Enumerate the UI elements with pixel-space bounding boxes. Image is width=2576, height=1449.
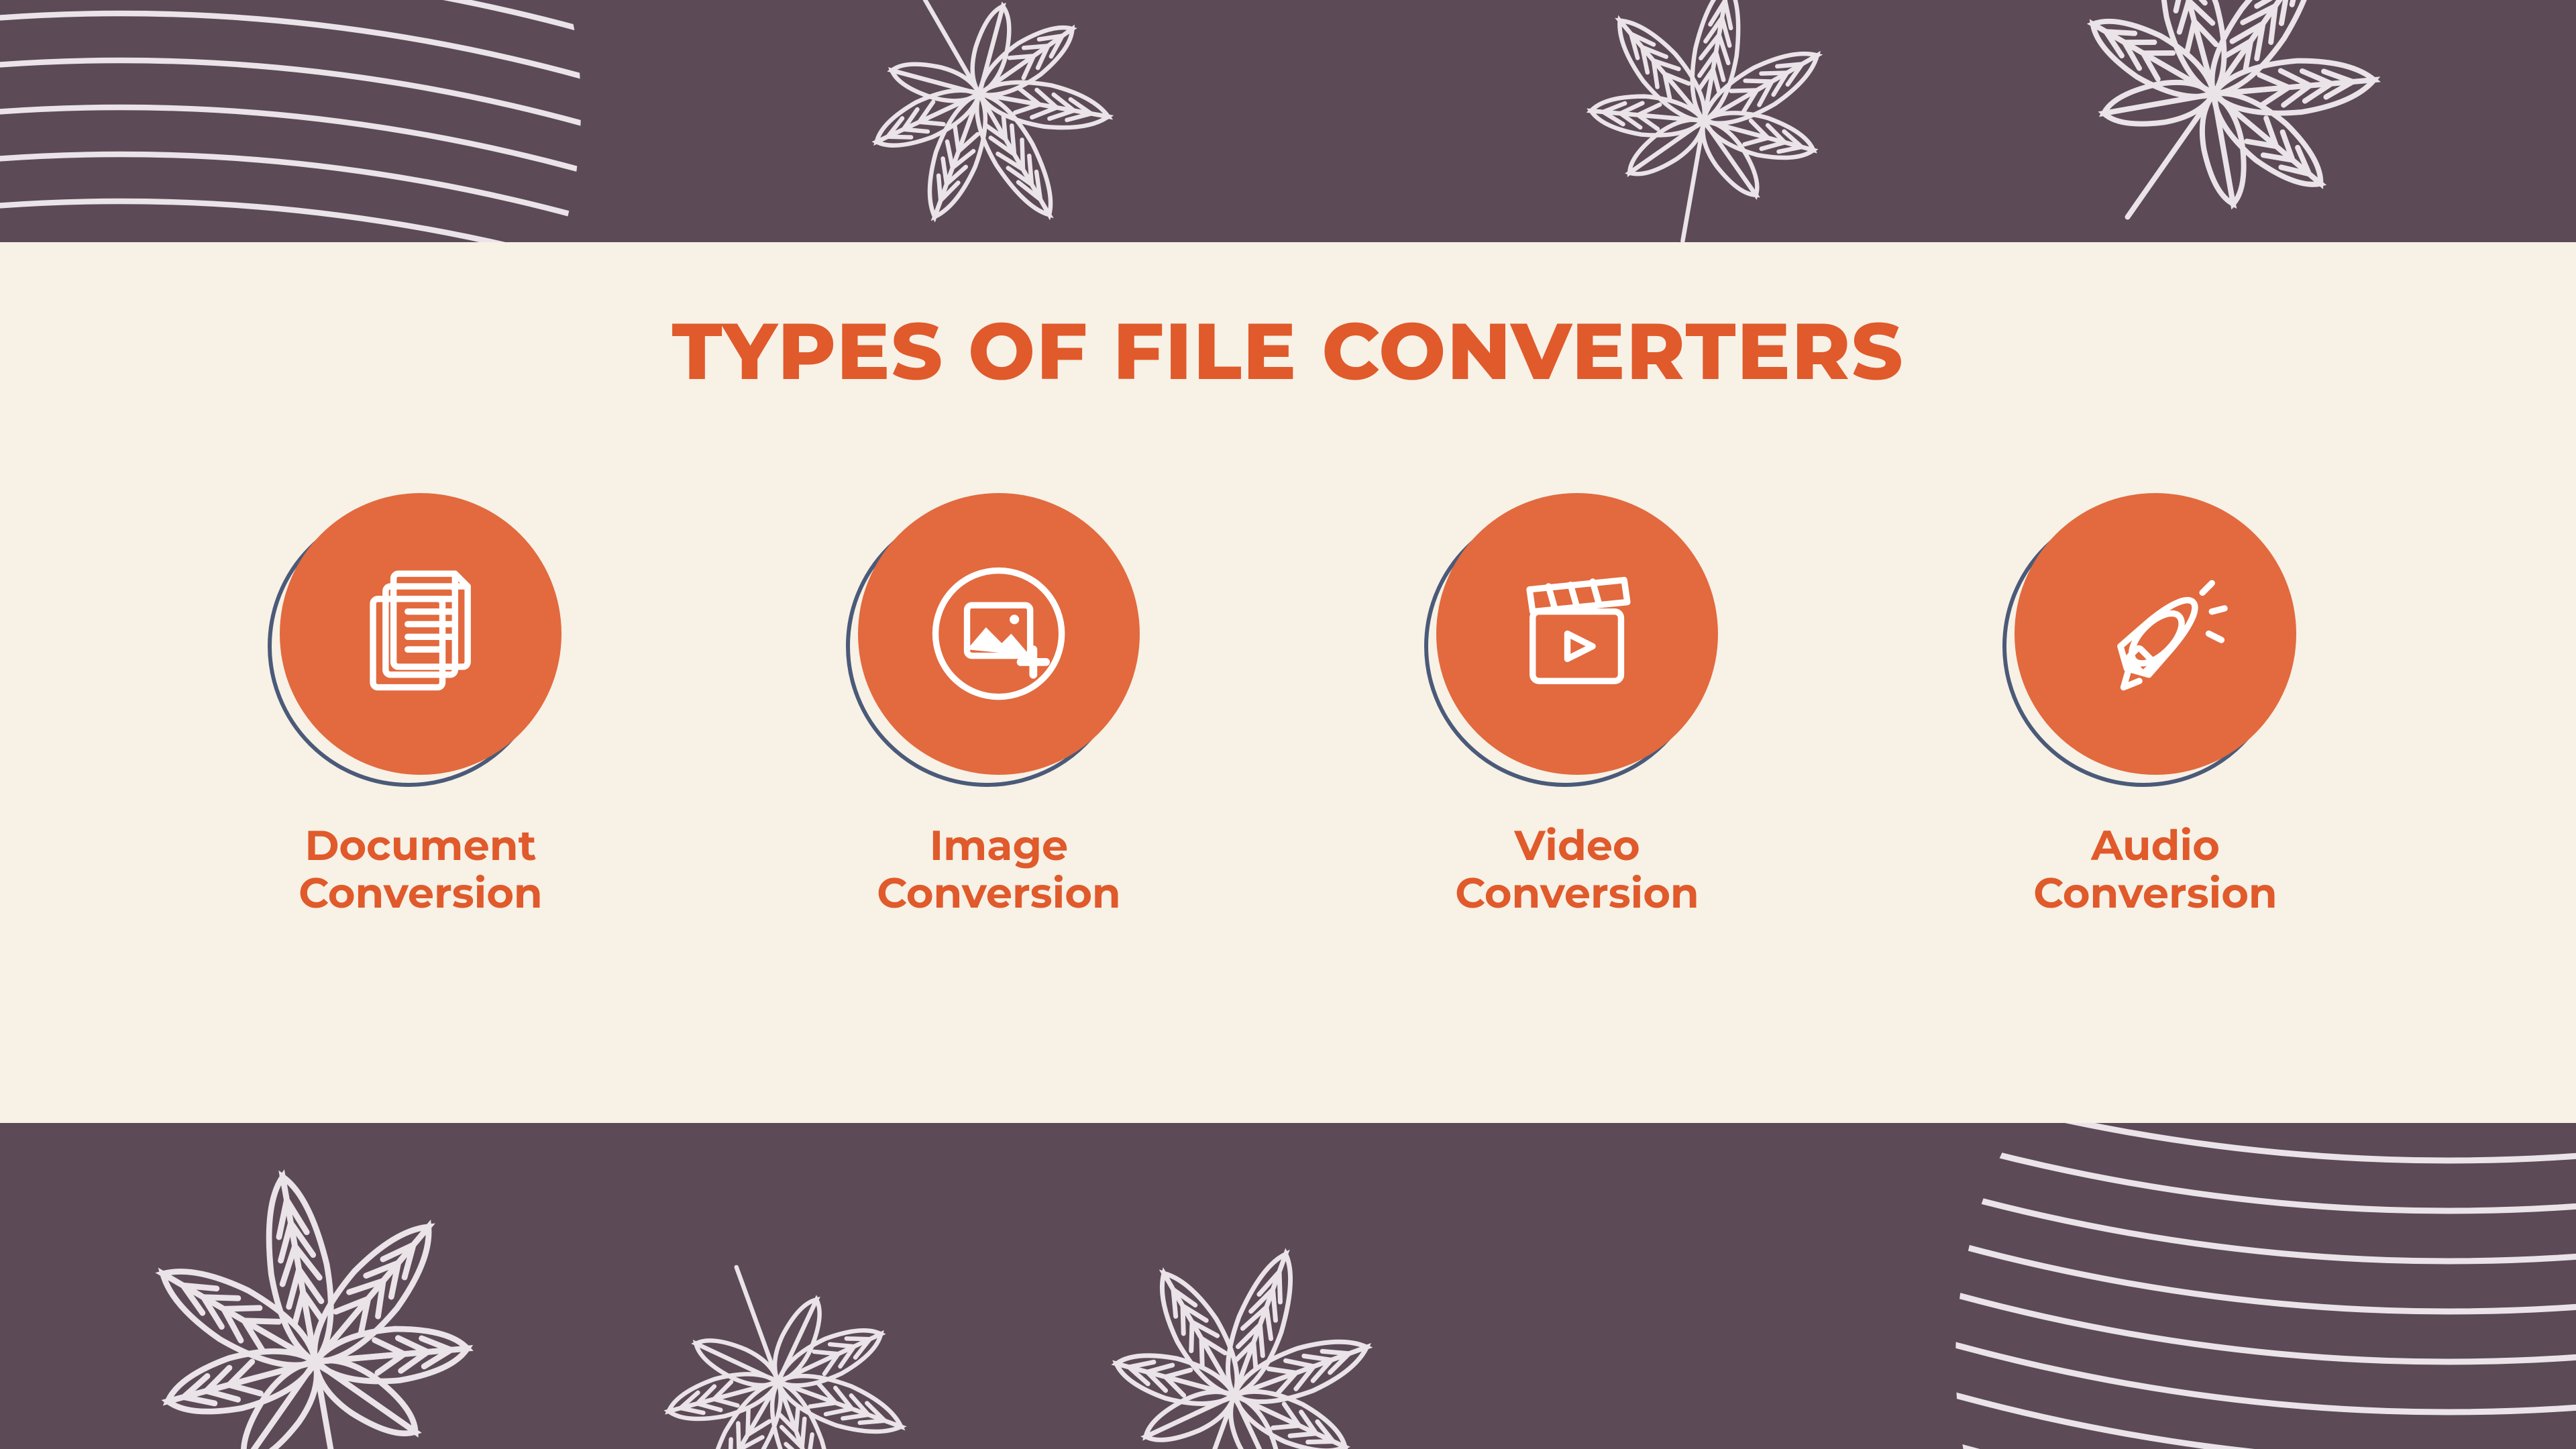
item-video-conversion: Video Conversion [1316,493,1837,918]
image-icon [920,555,1077,712]
badge [280,493,561,775]
item-label: Video Conversion [1455,822,1699,918]
decor-leaf [994,1155,1475,1449]
item-document-conversion: Document Conversion [160,493,681,918]
audio-icon [2076,555,2234,712]
video-icon [1498,555,1656,712]
item-image-conversion: Image Conversion [738,493,1259,918]
item-label: Image Conversion [877,822,1121,918]
item-label: Document Conversion [299,822,543,918]
badge [858,493,1140,775]
badge [2015,493,2296,775]
document-icon [341,555,499,712]
decor-leaf [555,1159,1002,1449]
item-audio-conversion: Audio Conversion [1894,493,2416,918]
badge [1436,493,1718,775]
item-label: Audio Conversion [2033,822,2277,918]
decor-leaf [44,1090,588,1449]
content-banner: TYPES OF FILE CONVERTERS [0,242,2576,1123]
page-title: TYPES OF FILE CONVERTERS [672,303,1904,399]
converter-types-row: Document Conversion [103,493,2473,918]
